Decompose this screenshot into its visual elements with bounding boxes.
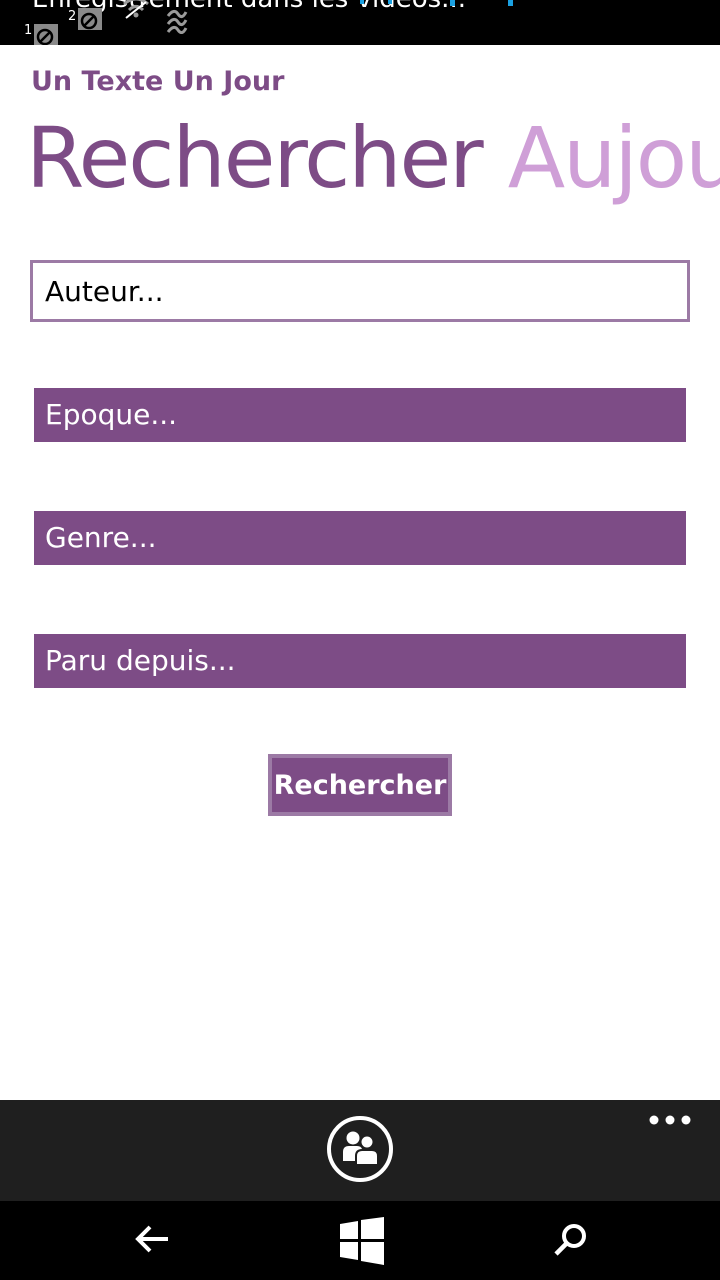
epoch-picker[interactable]: Epoque...: [34, 388, 686, 442]
search-hardware-button[interactable]: [544, 1215, 596, 1267]
search-button[interactable]: Rechercher: [268, 754, 452, 816]
windows-logo-icon: [340, 1217, 384, 1265]
navigation-bar: [0, 1201, 720, 1280]
back-arrow-icon: [135, 1225, 168, 1253]
back-button[interactable]: [126, 1215, 178, 1267]
status-bar: Enregistrement dans les vidéos... 1 2: [0, 0, 720, 45]
published-since-picker[interactable]: Paru depuis...: [34, 634, 686, 688]
wifi-off-icon: [123, 0, 149, 19]
app-title: Un Texte Un Jour: [31, 66, 285, 97]
epoch-picker-label: Epoque...: [45, 398, 178, 431]
svg-text:2: 2: [68, 9, 76, 24]
pivot-header: RechercherAujourd'hui: [26, 108, 720, 218]
published-since-picker-label: Paru depuis...: [45, 644, 236, 677]
status-progress-dots: [360, 0, 513, 6]
genre-picker[interactable]: Genre...: [34, 511, 686, 565]
people-icon: [343, 1131, 379, 1166]
app-screen: Enregistrement dans les vidéos... 1 2: [0, 0, 720, 1280]
genre-picker-label: Genre...: [45, 521, 157, 554]
start-button[interactable]: [336, 1215, 388, 1267]
data-sense-icon: [166, 9, 188, 34]
svg-text:1: 1: [24, 23, 32, 38]
search-icon: [554, 1224, 586, 1256]
more-ellipsis-icon: [649, 1115, 691, 1125]
sim-1-no-signal-icon: 1: [24, 23, 58, 45]
more-options-button[interactable]: [644, 1108, 696, 1134]
pivot-tab-aujourdhui[interactable]: Aujourd'hui: [508, 108, 720, 208]
pivot-tab-rechercher[interactable]: Rechercher: [26, 108, 484, 208]
app-bar: [0, 1100, 720, 1201]
sim-2-no-signal-icon: 2: [68, 8, 102, 30]
people-button[interactable]: [327, 1116, 393, 1182]
author-input[interactable]: [30, 260, 690, 322]
